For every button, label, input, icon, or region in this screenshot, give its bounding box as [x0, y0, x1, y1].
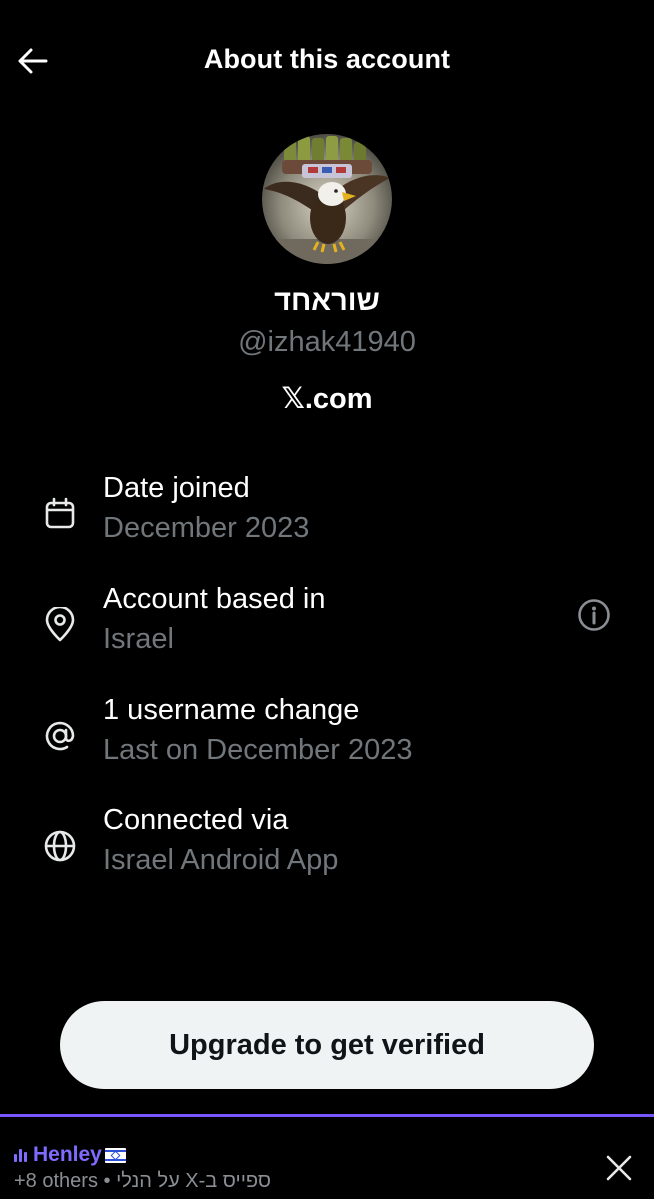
space-host-name: Henley	[33, 1143, 102, 1166]
calendar-icon	[40, 494, 80, 534]
space-title: ספייס ב-X על הנלי	[116, 1170, 272, 1192]
israel-flag-icon	[104, 1147, 126, 1163]
connected-via-value: Israel Android App	[103, 844, 339, 876]
info-button[interactable]	[574, 595, 614, 635]
username-change-row: 1 username change Last on December 2023	[0, 694, 654, 784]
username-handle: @izhak41940	[238, 326, 416, 358]
location-pin-icon	[40, 605, 80, 645]
globe-icon	[40, 826, 80, 866]
space-subtitle: +8 others • ספייס ב-X על הנלי	[14, 1170, 271, 1193]
username-change-label: 1 username change	[103, 694, 360, 726]
avatar[interactable]	[262, 134, 392, 264]
header: About this account	[0, 0, 654, 122]
date-joined-label: Date joined	[103, 472, 250, 504]
space-others-count: +8 others	[14, 1170, 98, 1192]
eagle-avatar-image	[262, 134, 392, 264]
close-space-button[interactable]	[600, 1149, 638, 1187]
spaces-dock[interactable]: Henley +8 others • ספייס ב-X על הנלי	[0, 1114, 654, 1199]
space-separator: •	[97, 1170, 117, 1192]
close-icon	[606, 1155, 632, 1181]
space-host: Henley	[14, 1143, 126, 1167]
at-sign-icon	[40, 716, 80, 756]
date-joined-row: Date joined December 2023	[0, 472, 654, 562]
account-based-in-value: Israel	[103, 623, 174, 655]
date-joined-value: December 2023	[103, 512, 310, 544]
audio-bars-icon	[14, 1148, 27, 1162]
connected-via-label: Connected via	[103, 804, 289, 836]
upgrade-verified-button[interactable]: Upgrade to get verified	[60, 1001, 594, 1089]
connected-via-row: Connected via Israel Android App	[0, 804, 654, 894]
display-name: שוראחד	[274, 285, 380, 317]
about-account-screen: About this account שוראחד @izhak41940 𝕏.…	[0, 0, 654, 1199]
username-change-value: Last on December 2023	[103, 734, 413, 766]
info-icon	[578, 599, 610, 631]
account-based-in-row: Account based in Israel	[0, 583, 654, 673]
page-title: About this account	[203, 44, 451, 74]
platform-label: 𝕏.com	[281, 383, 373, 415]
account-based-in-label: Account based in	[103, 583, 326, 615]
